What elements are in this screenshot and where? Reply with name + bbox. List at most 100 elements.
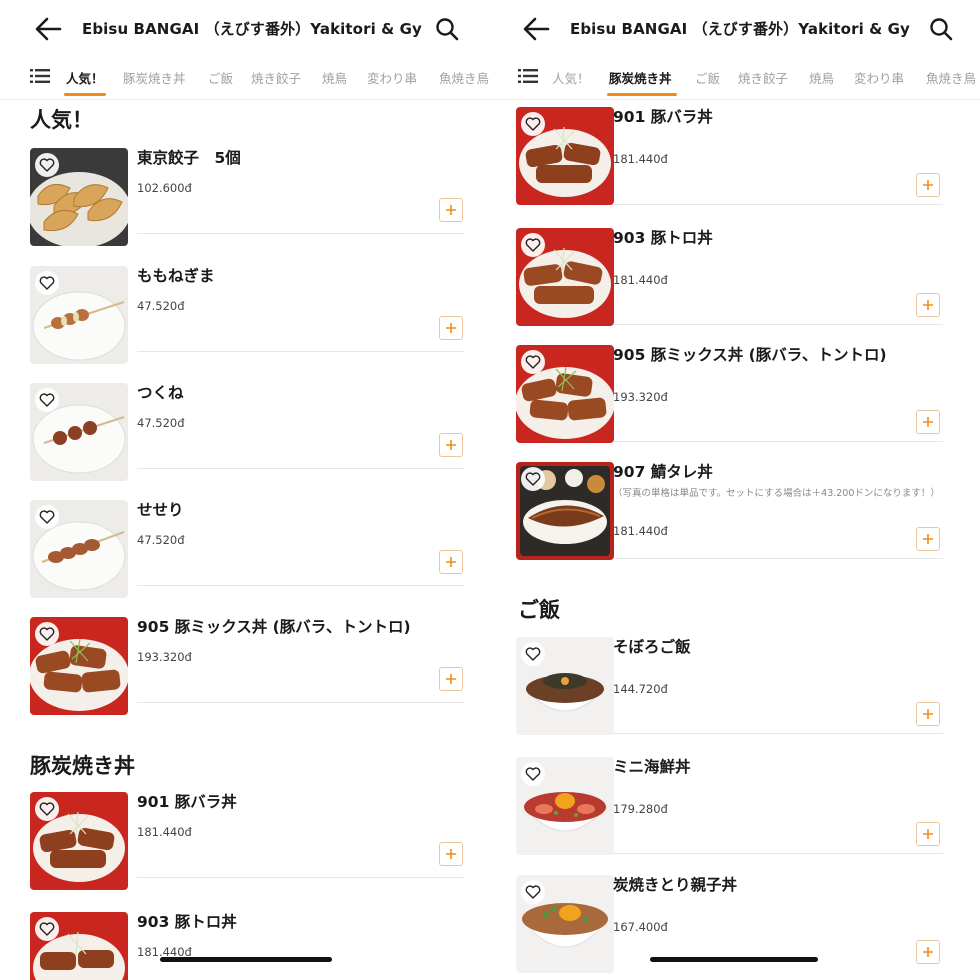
plus-icon [446,557,456,567]
item-name: ももねぎま [137,267,215,285]
item-name: ミニ海鮮丼 [613,758,691,776]
tab-rice[interactable]: ご飯 [695,68,720,87]
item-price: 181.440đ [613,524,668,538]
tab-pork-don[interactable]: 豚炭焼き丼 [123,68,186,87]
add-to-cart-button[interactable] [916,940,940,964]
menu-item[interactable]: 903 豚トロ丼 181.440đ [516,228,956,344]
add-to-cart-button[interactable] [916,293,940,317]
item-price: 193.320đ [137,650,192,664]
active-tab-indicator [607,93,677,96]
menu-item[interactable]: 東京餃子 5個 102.600đ [30,148,470,264]
favorite-heart-icon[interactable] [35,505,59,529]
tab-fish[interactable]: 魚焼き鳥 [439,68,489,87]
divider [613,204,943,205]
favorite-heart-icon[interactable] [35,622,59,646]
menu-item[interactable]: 炭焼きとり親子丼 167.400đ [516,875,956,980]
favorite-heart-icon[interactable] [521,350,545,374]
item-name: 907 鯖タレ丼 [613,463,713,481]
divider [613,324,943,325]
menu-item[interactable]: 903 豚トロ丼 181.440đ [30,912,470,980]
divider [137,702,464,703]
section-title-rice: ご飯 [518,598,560,622]
item-price: 47.520đ [137,299,185,313]
plus-icon [923,947,933,957]
back-arrow-icon[interactable] [522,16,550,42]
plus-icon [446,674,456,684]
menu-item[interactable]: 907 鯖タレ丼 （写真の単格は単品です。セットにする場合は＋43.200ドンに… [516,462,956,578]
item-name: そぼろご飯 [613,638,691,656]
search-icon[interactable] [928,16,954,42]
menu-item[interactable]: そぼろご飯 144.720đ [516,637,956,753]
add-to-cart-button[interactable] [439,667,463,691]
favorite-heart-icon[interactable] [35,917,59,941]
plus-icon [923,417,933,427]
menu-item[interactable]: つくね 47.520đ [30,383,470,499]
add-to-cart-button[interactable] [439,550,463,574]
tab-yakitori[interactable]: 焼鳥 [322,68,347,87]
add-to-cart-button[interactable] [439,198,463,222]
back-arrow-icon[interactable] [34,16,62,42]
add-to-cart-button[interactable] [439,316,463,340]
restaurant-title: Ebisu BANGAI （えびす番外）Yakitori & Gy... [82,20,422,38]
add-to-cart-button[interactable] [439,842,463,866]
menu-item[interactable]: 905 豚ミックス丼 (豚バラ、トントロ) 193.320đ [516,345,956,461]
item-photo [516,462,614,560]
add-to-cart-button[interactable] [916,822,940,846]
item-name: 東京餃子 5個 [137,149,241,167]
search-icon[interactable] [434,16,460,42]
tab-gyoza[interactable]: 焼き餃子 [251,68,301,87]
menu-item[interactable]: ももねぎま 47.520đ [30,266,470,382]
tab-special-skewers[interactable]: 変わり串 [367,68,417,87]
divider [137,233,464,234]
favorite-heart-icon[interactable] [521,467,545,491]
plus-icon [446,323,456,333]
menu-item[interactable]: 901 豚バラ丼 181.440đ [516,107,956,223]
favorite-heart-icon[interactable] [35,388,59,412]
tab-fish[interactable]: 魚焼き鳥 [926,68,976,87]
menu-item[interactable]: せせり 47.520đ [30,500,470,616]
menu-item[interactable]: ミニ海鮮丼 179.280đ [516,757,956,873]
item-price: 181.440đ [137,825,192,839]
tab-yakitori[interactable]: 焼鳥 [809,68,834,87]
favorite-heart-icon[interactable] [35,797,59,821]
menu-item[interactable]: 901 豚バラ丼 181.440đ [30,792,470,908]
category-menu-icon[interactable] [30,68,50,84]
divider [137,468,464,469]
tab-popular[interactable]: 人気！ [66,68,104,87]
item-price: 144.720đ [613,682,668,696]
menu-item[interactable]: 905 豚ミックス丼 (豚バラ、トントロ) 193.320đ [30,617,470,733]
favorite-heart-icon[interactable] [521,233,545,257]
add-to-cart-button[interactable] [916,702,940,726]
item-name: せせり [137,501,184,519]
category-menu-icon[interactable] [518,68,538,84]
add-to-cart-button[interactable] [916,173,940,197]
section-title-pork-don: 豚炭焼き丼 [30,754,135,778]
item-price: 193.320đ [613,390,668,404]
add-to-cart-button[interactable] [916,410,940,434]
add-to-cart-button[interactable] [439,433,463,457]
favorite-heart-icon[interactable] [521,880,545,904]
tab-rice[interactable]: ご飯 [208,68,233,87]
divider [613,558,943,559]
favorite-heart-icon[interactable] [35,271,59,295]
favorite-heart-icon[interactable] [521,112,545,136]
add-to-cart-button[interactable] [916,527,940,551]
divider [613,441,943,442]
item-note: （写真の単格は単品です。セットにする場合は＋43.200ドンになります！） [613,488,940,499]
favorite-heart-icon[interactable] [35,153,59,177]
tab-pork-don[interactable]: 豚炭焼き丼 [609,68,672,87]
tab-special-skewers[interactable]: 変わり串 [854,68,904,87]
favorite-heart-icon[interactable] [521,762,545,786]
item-photo [30,266,128,364]
plus-icon [923,829,933,839]
item-name: 炭焼きとり親子丼 [613,876,738,894]
header: Ebisu BANGAI （えびす番外）Yakitori & Gy... [490,0,980,58]
tab-popular[interactable]: 人気！ [552,68,590,87]
favorite-heart-icon[interactable] [521,642,545,666]
item-price: 181.440đ [613,152,668,166]
tab-gyoza[interactable]: 焼き餃子 [738,68,788,87]
item-photo [30,500,128,598]
divider [137,351,464,352]
plus-icon [923,534,933,544]
category-tabbar: 人気！ 豚炭焼き丼 ご飯 焼き餃子 焼鳥 変わり串 魚焼き鳥 [0,58,490,100]
